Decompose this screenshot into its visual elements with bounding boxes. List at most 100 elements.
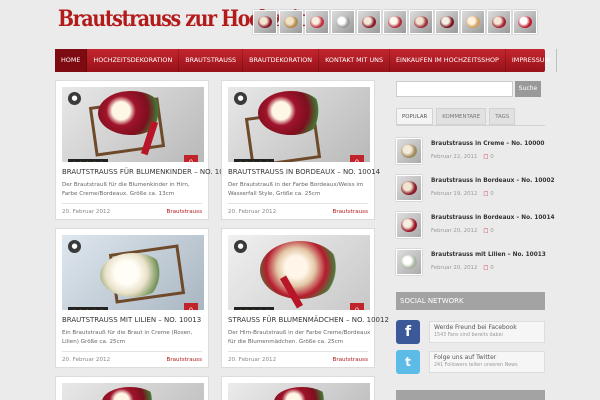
post-category-link[interactable]: Brautstrauss <box>332 357 368 363</box>
popular-post-item[interactable]: Brautstrauss mit Lilien – No. 10013 Febru… <box>396 249 546 284</box>
post-card[interactable]: ● ★★★★★ 0 Brautstrauss für Blumenkinder … <box>55 80 237 220</box>
twitter-subtitle: 241 Followers teilen unseren News <box>434 363 518 368</box>
popular-post-comments[interactable]: 0 <box>490 228 493 234</box>
sidebar-tab[interactable]: Tags <box>489 108 516 125</box>
twitter-title[interactable]: Folge uns auf Twitter <box>434 354 540 361</box>
social-network-heading: Social Network <box>396 292 545 310</box>
twitter-widget[interactable]: t Folge uns auf Twitter 241 Followers te… <box>396 350 545 374</box>
header-thumbnail[interactable] <box>513 10 537 34</box>
post-title[interactable]: Strauss für Blumenmädchen – No. 10012 <box>228 316 389 324</box>
post-card[interactable]: ● ★★★★★ 0 Brautstrauss mit Lilien – No. … <box>55 228 209 368</box>
header-thumbnail[interactable] <box>383 10 407 34</box>
divider <box>396 125 545 126</box>
post-category-link[interactable]: Brautstrauss <box>166 357 202 363</box>
post-title[interactable]: Brautstrauss mit Lilien – No. 10013 <box>62 316 201 324</box>
post-category-link[interactable]: Brautstrauss <box>166 209 202 215</box>
nav-item[interactable]: Einkaufen im Hochzeitsshop <box>390 49 506 72</box>
header-thumbnail[interactable] <box>279 10 303 34</box>
header-thumbnail[interactable] <box>357 10 381 34</box>
camera-icon: ● <box>234 240 247 253</box>
comment-icon: □ <box>483 191 489 197</box>
popular-post-date: Februar 22, 2011 <box>431 154 478 160</box>
header-thumbnail[interactable] <box>253 10 277 34</box>
sidebar-tab[interactable]: Kommentare <box>436 108 487 125</box>
header-thumbnail[interactable] <box>435 10 459 34</box>
comment-icon: □ <box>483 265 489 271</box>
comment-icon: □ <box>483 154 489 160</box>
popular-post-title[interactable]: Brautstrauss in Creme – No. 10000 <box>431 141 544 147</box>
post-image[interactable]: ● ★★★★★ 0 <box>62 235 204 310</box>
facebook-title[interactable]: Werde Freund bei Facebook <box>434 324 540 331</box>
divider <box>228 203 368 204</box>
post-title[interactable]: Brautstrauss für Blumenkinder – No. 1001… <box>62 168 237 176</box>
post-image[interactable] <box>228 383 370 400</box>
popular-post-meta: Februar 20, 2012 □ 0 <box>431 265 494 271</box>
widget-heading <box>396 390 545 400</box>
post-image[interactable] <box>62 383 204 400</box>
camera-icon: ● <box>234 92 247 105</box>
popular-post-comments[interactable]: 0 <box>490 154 493 160</box>
post-image[interactable]: ● ★★★★★ 0 <box>62 87 204 162</box>
popular-post-comments[interactable]: 0 <box>490 191 493 197</box>
popular-post-item[interactable]: Brautstrauss in Bordeaux – No. 10002 Febr… <box>396 175 555 210</box>
sidebar-tabs: Popular Kommentare Tags <box>396 108 516 125</box>
twitter-box[interactable]: Folge uns auf Twitter 241 Followers teil… <box>429 351 545 373</box>
post-date: 20. Februar 2012 <box>62 357 111 363</box>
popular-post-title[interactable]: Brautstrauss in Bordeaux – No. 10002 <box>431 178 555 184</box>
nav-item[interactable]: Brautstrauss <box>179 49 244 72</box>
popular-post-date: Februar 19, 2012 <box>431 191 478 197</box>
comment-count-badge[interactable]: 0 <box>184 303 198 310</box>
header-thumbnail[interactable] <box>305 10 329 34</box>
nav-item[interactable]: Home <box>55 49 88 72</box>
comment-count-badge[interactable]: 0 <box>350 303 364 310</box>
camera-icon: ● <box>68 240 81 253</box>
header-thumbnail[interactable] <box>487 10 511 34</box>
search-button[interactable]: Suche <box>515 81 541 97</box>
search-input[interactable] <box>396 81 513 97</box>
popular-post-thumbnail[interactable] <box>396 249 422 275</box>
facebook-icon[interactable]: f <box>396 320 420 344</box>
header-thumbnail-strip <box>253 10 537 34</box>
popular-post-title[interactable]: Brautstrauss mit Lilien – No. 10013 <box>431 252 546 258</box>
post-date: 20. Februar 2012 <box>62 209 111 215</box>
post-card[interactable]: ● ★★★★★ 0 Strauss für Blumenmädchen – No… <box>221 228 389 368</box>
facebook-subtitle: 1543 Fans sind bereits dabei <box>434 333 503 338</box>
header-thumbnail[interactable] <box>409 10 433 34</box>
divider <box>62 203 202 204</box>
post-card[interactable]: ● ★★★★★ 0 Brautstrauss in Bordeaux – No.… <box>221 80 380 220</box>
popular-post-thumbnail[interactable] <box>396 175 422 201</box>
popular-post-thumbnail[interactable] <box>396 212 422 238</box>
post-card[interactable] <box>221 376 375 400</box>
header-thumbnail[interactable] <box>331 10 355 34</box>
post-card[interactable] <box>55 376 209 400</box>
facebook-box[interactable]: Werde Freund bei Facebook 1543 Fans sind… <box>429 321 545 343</box>
header-thumbnail[interactable] <box>461 10 485 34</box>
sidebar-tab[interactable]: Popular <box>396 108 434 125</box>
comment-icon: □ <box>483 228 489 234</box>
divider <box>228 351 368 352</box>
comment-count-badge[interactable]: 0 <box>184 155 198 162</box>
comment-count-badge[interactable]: 0 <box>350 155 364 162</box>
nav-item[interactable]: Hochzeitsdekoration <box>87 49 180 72</box>
popular-post-thumbnail[interactable] <box>396 138 422 164</box>
twitter-icon[interactable]: t <box>396 350 420 374</box>
popular-post-date: Februar 20, 2012 <box>431 265 478 271</box>
post-date: 20. Februar 2012 <box>228 209 277 215</box>
post-category-link[interactable]: Brautstrauss <box>332 209 368 215</box>
nav-item[interactable]: Kontakt mit uns <box>319 49 391 72</box>
post-image[interactable]: ● ★★★★★ 0 <box>228 87 370 162</box>
popular-post-meta: Februar 19, 2012 □ 0 <box>431 191 494 197</box>
facebook-widget[interactable]: f Werde Freund bei Facebook 1543 Fans si… <box>396 320 545 344</box>
nav-item[interactable]: Impressum <box>506 49 557 72</box>
post-title[interactable]: Brautstrauss in Bordeaux – No. 10014 <box>228 168 380 176</box>
nav-item[interactable]: Brautdekoration <box>243 49 320 72</box>
camera-icon: ● <box>68 92 81 105</box>
popular-post-comments[interactable]: 0 <box>490 265 493 271</box>
header: Brautstrauss zur Hochzeit <box>0 0 600 44</box>
post-date: 20. Februar 2012 <box>228 357 277 363</box>
post-image[interactable]: ● ★★★★★ 0 <box>228 235 370 310</box>
popular-post-item[interactable]: Brautstrauss in Creme – No. 10000 Februar… <box>396 138 545 173</box>
popular-post-title[interactable]: Brautstrauss in Bordeaux – No. 10014 <box>431 215 555 221</box>
popular-post-item[interactable]: Brautstrauss in Bordeaux – No. 10014 Febr… <box>396 212 555 247</box>
main-navigation: Home Hochzeitsdekoration Brautstrauss Braut… <box>55 49 557 72</box>
